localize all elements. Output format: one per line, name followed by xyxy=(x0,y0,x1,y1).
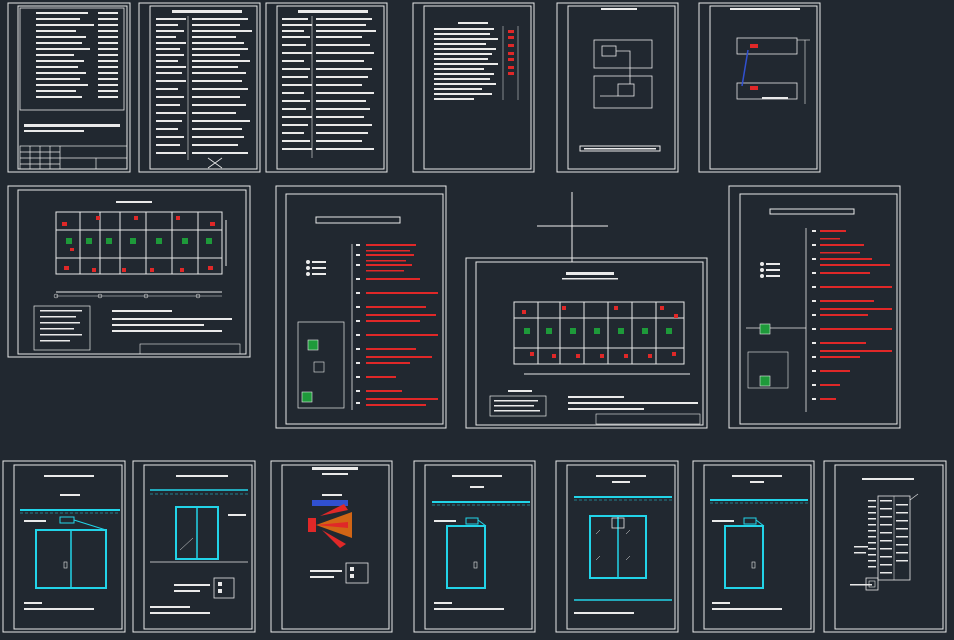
wiring-2-terminals xyxy=(760,262,780,278)
equipment-list-red-marks xyxy=(508,30,514,75)
cad-drawing-canvas[interactable] xyxy=(0,0,954,640)
wiring-1-terminals xyxy=(306,260,326,276)
